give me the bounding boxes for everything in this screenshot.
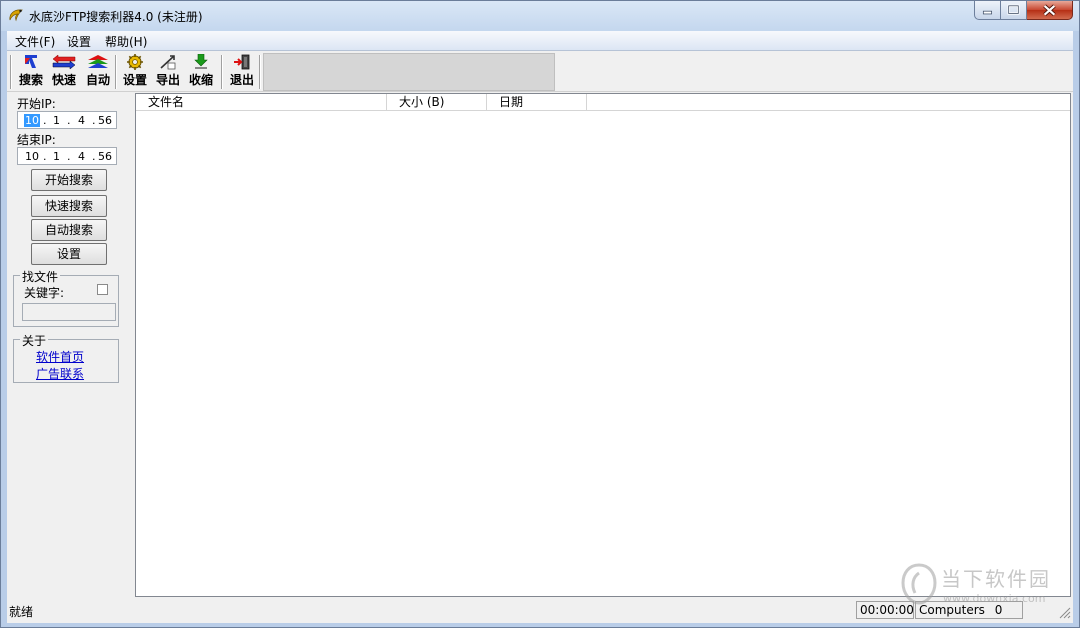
toolbar-auto-button[interactable]: 自动 <box>81 54 115 90</box>
toolbar-separator <box>115 55 117 89</box>
find-file-group: 找文件 关键字: <box>13 268 119 327</box>
toolbar-settings-label: 设置 <box>122 73 147 87</box>
ip-dot: . <box>67 114 71 127</box>
toolbar-blank-area <box>263 53 555 91</box>
start-search-button[interactable]: 开始搜索 <box>31 169 107 191</box>
ip-dot: . <box>67 150 71 163</box>
title-bar[interactable]: 水底沙FTP搜索利器4.0 (未注册) <box>1 1 1079 31</box>
client-area: 文件(F) 设置 帮助(H) 搜索 快速 自动 设置 导出 收缩 退出 开始IP… <box>7 31 1073 623</box>
toolbar-separator <box>221 55 223 89</box>
menu-bar: 文件(F) 设置 帮助(H) <box>7 31 1073 51</box>
end-ip-octet-2[interactable]: 1 <box>53 150 60 163</box>
end-ip-field[interactable]: 10 . 1 . 4 . 56 <box>17 147 117 165</box>
keyword-input[interactable] <box>22 303 116 321</box>
close-icon <box>1043 4 1056 17</box>
watermark-logo-icon <box>901 563 937 605</box>
file-list-header: 文件名 大小 (B) 日期 <box>136 94 1070 111</box>
keyword-checkbox[interactable] <box>97 284 108 295</box>
watermark: 当下软件园 www.downxia.com <box>899 561 1069 611</box>
download-arrow-icon <box>194 54 208 69</box>
toolbar-auto-label: 自动 <box>85 73 110 87</box>
end-ip-octet-1[interactable]: 10 <box>25 150 39 163</box>
gear-icon <box>127 54 143 70</box>
minimize-button[interactable] <box>974 1 1001 20</box>
toolbar-separator <box>10 55 12 89</box>
export-icon <box>160 55 176 70</box>
ip-dot: . <box>43 150 47 163</box>
watermark-url: www.downxia.com <box>943 592 1046 605</box>
toolbar-export-button[interactable]: 导出 <box>151 54 185 90</box>
ad-contact-link[interactable]: 广告联系 <box>36 365 84 382</box>
toolbar-exit-label: 退出 <box>229 73 254 87</box>
start-ip-label: 开始IP: <box>17 97 56 111</box>
toolbar-separator <box>259 55 261 89</box>
start-ip-octet-2[interactable]: 1 <box>53 114 60 127</box>
toolbar-search-button[interactable]: 搜索 <box>14 54 48 90</box>
end-ip-octet-3[interactable]: 4 <box>78 150 85 163</box>
menu-help[interactable]: 帮助(H) <box>105 33 147 50</box>
toolbar-collapse-label: 收缩 <box>188 73 213 87</box>
maximize-icon <box>1007 4 1020 15</box>
app-window: 水底沙FTP搜索利器4.0 (未注册) 文件(F) 设置 帮助(H) 搜索 快速… <box>0 0 1080 628</box>
toolbar-search-label: 搜索 <box>18 73 43 87</box>
start-ip-octet-1[interactable]: 10 <box>24 114 40 127</box>
status-text: 就绪 <box>9 605 34 619</box>
column-header-size[interactable]: 大小 (B) <box>387 94 487 110</box>
toolbar-export-label: 导出 <box>155 73 180 87</box>
keyword-label: 关键字: <box>24 286 65 300</box>
ip-dot: . <box>43 114 47 127</box>
menu-file[interactable]: 文件(F) <box>15 33 55 50</box>
quick-arrows-icon <box>52 54 76 70</box>
auto-layers-icon <box>88 55 108 68</box>
ip-dot: . <box>92 114 96 127</box>
about-group-title: 关于 <box>20 332 49 349</box>
toolbar-collapse-button[interactable]: 收缩 <box>184 54 218 90</box>
app-logo-icon <box>9 9 23 22</box>
settings-button[interactable]: 设置 <box>31 243 107 265</box>
toolbar: 搜索 快速 自动 设置 导出 收缩 退出 <box>7 52 1073 92</box>
home-page-link[interactable]: 软件首页 <box>36 348 84 365</box>
window-title: 水底沙FTP搜索利器4.0 (未注册) <box>29 10 203 24</box>
search-arrow-icon <box>25 55 37 68</box>
start-ip-octet-3[interactable]: 4 <box>78 114 85 127</box>
column-header-date[interactable]: 日期 <box>487 94 587 110</box>
column-header-filename[interactable]: 文件名 <box>136 94 387 110</box>
left-panel: 开始IP: 10 . 1 . 4 . 56 结束IP: 10 . 1 . 4 .… <box>7 93 135 597</box>
start-ip-field[interactable]: 10 . 1 . 4 . 56 <box>17 111 117 129</box>
exit-door-icon <box>234 54 250 70</box>
file-list[interactable]: 文件名 大小 (B) 日期 <box>135 93 1071 597</box>
toolbar-settings-button[interactable]: 设置 <box>118 54 152 90</box>
minimize-icon <box>982 10 993 15</box>
toolbar-exit-button[interactable]: 退出 <box>225 54 259 90</box>
maximize-button[interactable] <box>1001 1 1027 20</box>
close-button[interactable] <box>1027 1 1073 20</box>
find-file-group-title: 找文件 <box>20 268 61 285</box>
end-ip-octet-4[interactable]: 56 <box>98 150 112 163</box>
window-controls <box>974 1 1073 21</box>
watermark-text: 当下软件园 <box>941 567 1051 591</box>
menu-settings[interactable]: 设置 <box>67 33 91 50</box>
start-ip-octet-4[interactable]: 56 <box>98 114 112 127</box>
auto-search-button[interactable]: 自动搜索 <box>31 219 107 241</box>
toolbar-quick-label: 快速 <box>51 73 76 87</box>
about-group: 关于 软件首页 广告联系 <box>13 332 119 383</box>
toolbar-quick-button[interactable]: 快速 <box>47 54 81 90</box>
end-ip-label: 结束IP: <box>17 133 56 147</box>
ip-dot: . <box>92 150 96 163</box>
quick-search-button[interactable]: 快速搜索 <box>31 195 107 217</box>
